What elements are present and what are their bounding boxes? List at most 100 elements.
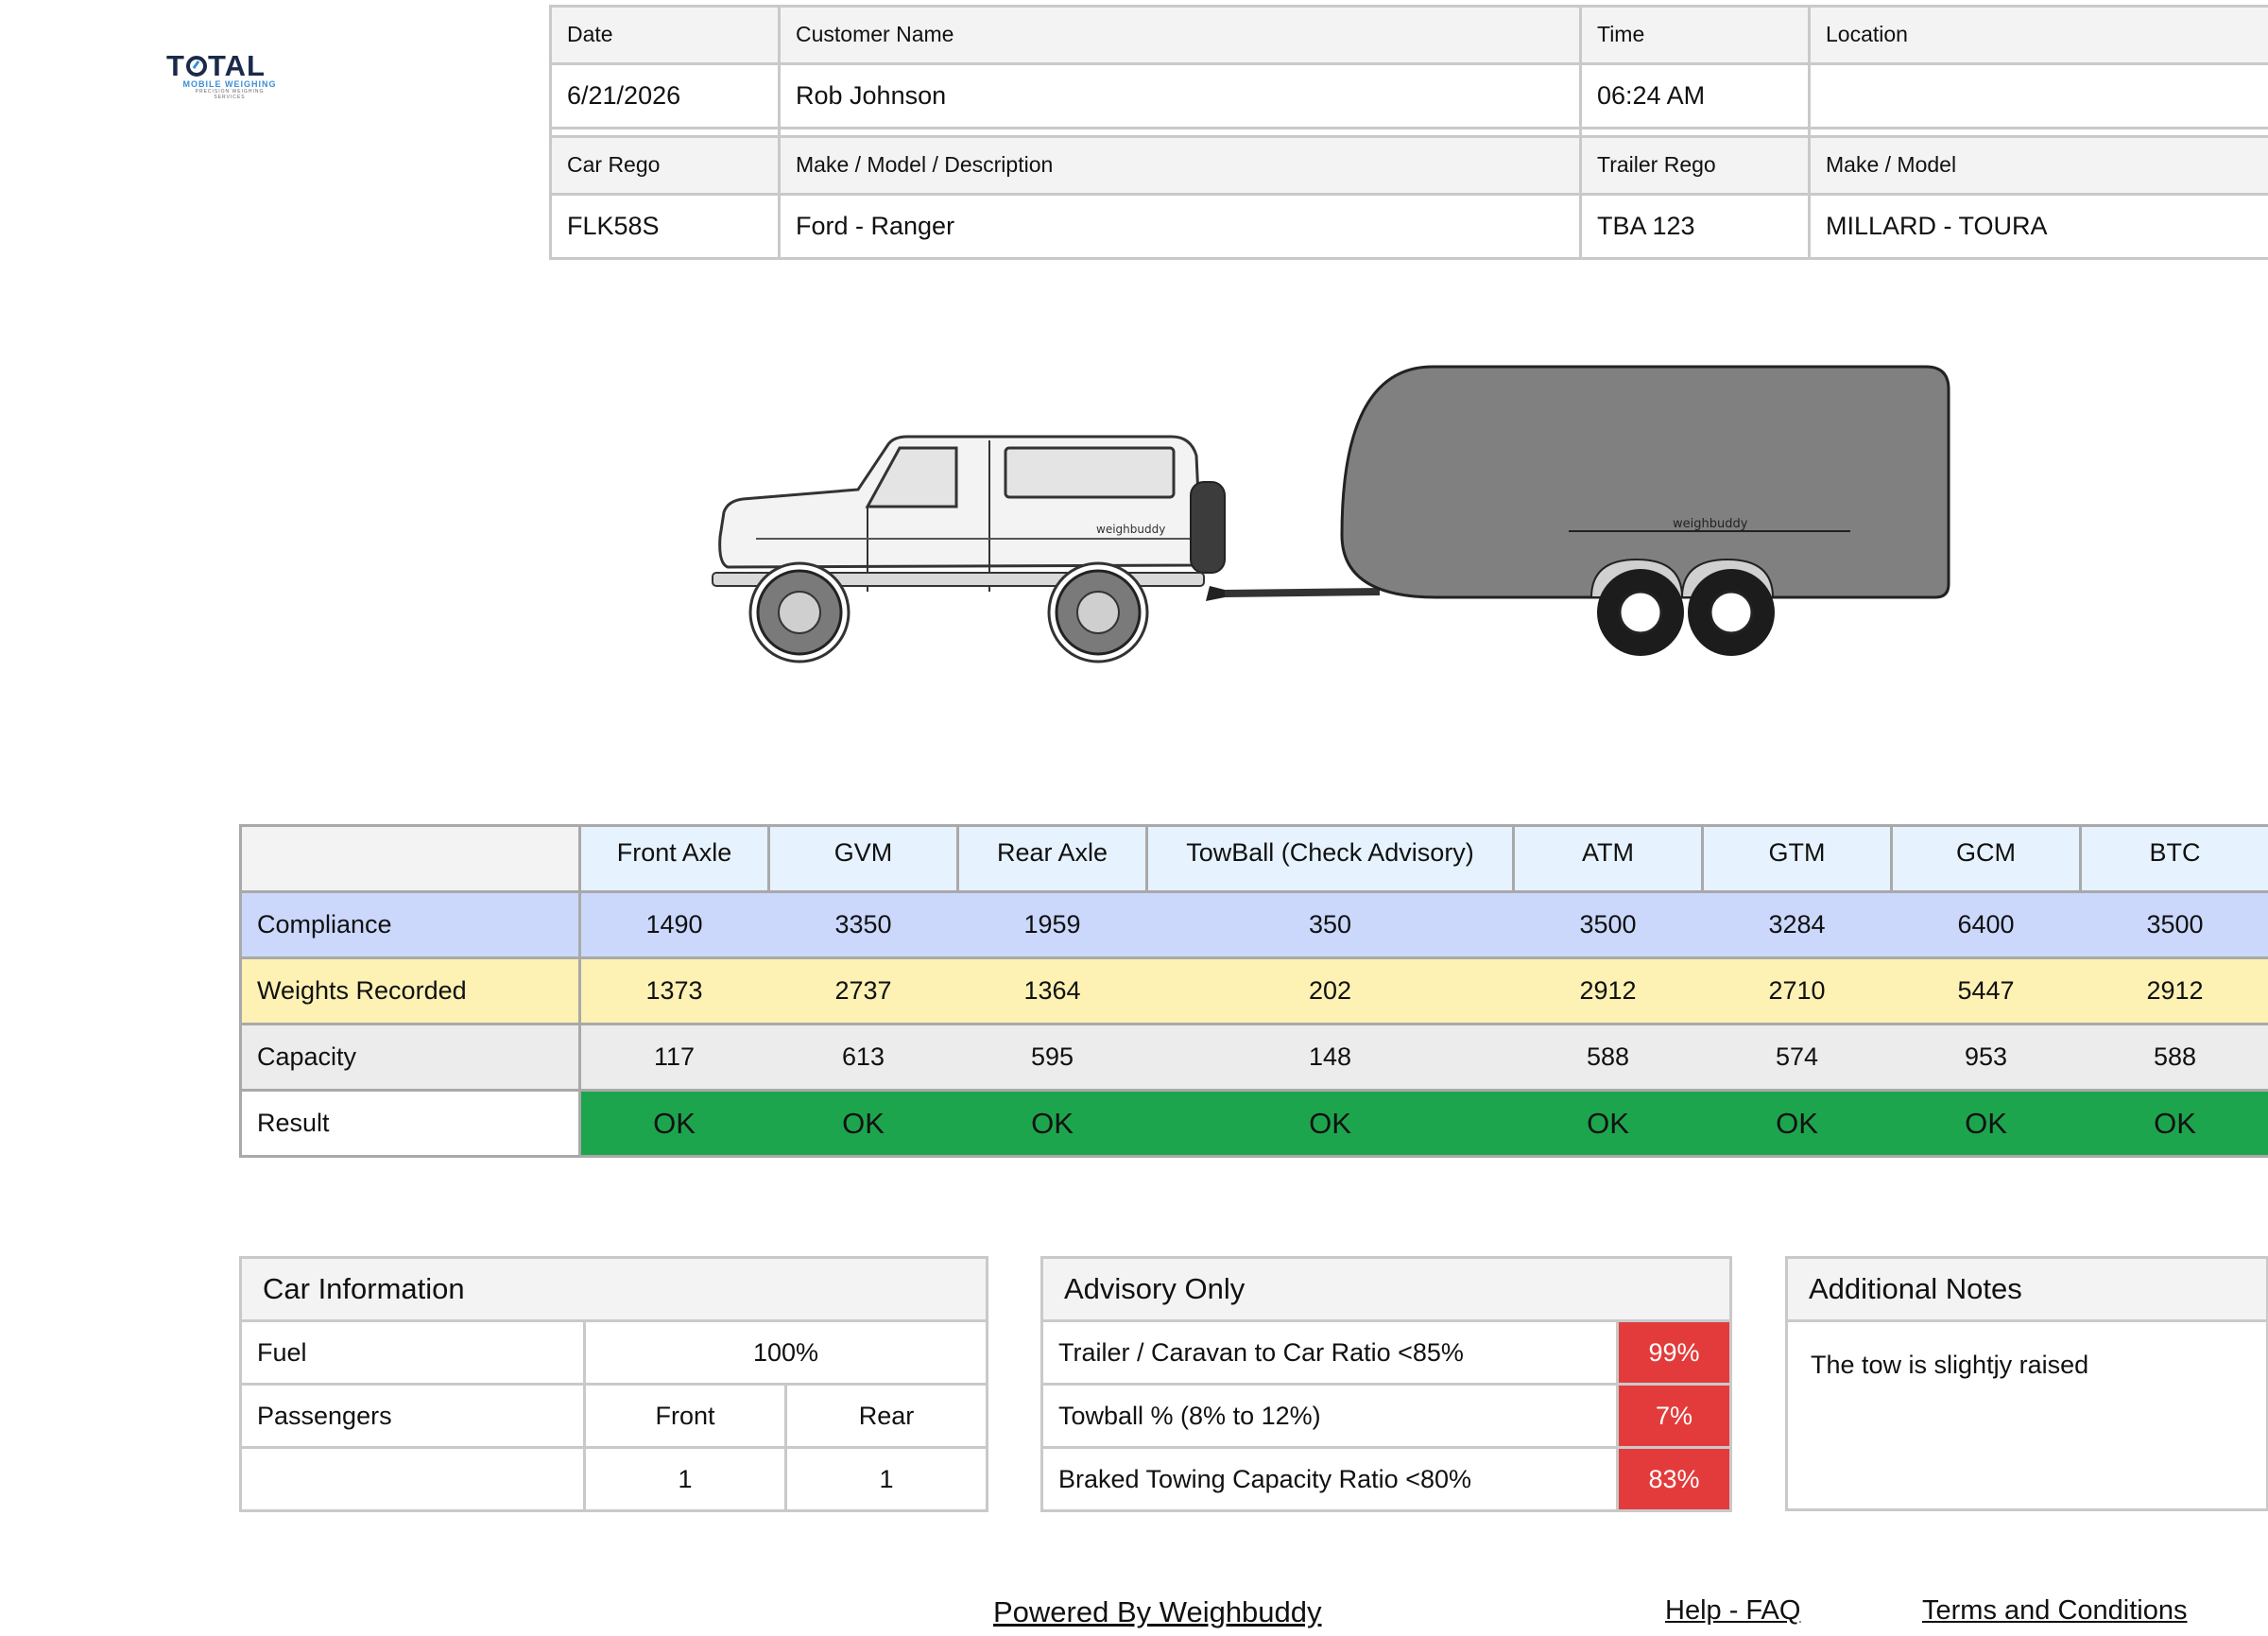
car-rego-label: Car Rego	[549, 135, 781, 196]
vehicle-info-table: Date Customer Name Time Location 6/21/20…	[549, 5, 2268, 260]
car-brand-label: weighbuddy	[1096, 523, 1165, 536]
trailer-make-model-label: Make / Model	[1808, 135, 2268, 196]
car-information-panel: Car Information Fuel 100% Passengers Fro…	[238, 1256, 989, 1512]
advisory-alert-badge: 99%	[1615, 1319, 1733, 1386]
logo-letters: TAL	[207, 49, 266, 82]
table-cell: 350	[1146, 890, 1514, 959]
logo-letter: T	[166, 49, 185, 82]
table-cell: 1364	[957, 956, 1147, 1025]
col-gcm: GCM	[1890, 824, 2082, 893]
table-cell: 3500	[2080, 890, 2268, 959]
gauge-icon	[185, 56, 207, 77]
header-corner	[239, 824, 581, 893]
trailer-make-model-value: MILLARD - TOURA	[1808, 193, 2268, 260]
row-label: Weights Recorded	[239, 956, 581, 1025]
fuel-label: Fuel	[239, 1319, 586, 1386]
car-rego-value: FLK58S	[549, 193, 781, 260]
table-cell: 588	[2080, 1023, 2268, 1092]
col-towball: TowBall (Check Advisory)	[1145, 824, 1515, 893]
car-information-title: Car Information	[238, 1256, 989, 1322]
result-badge: OK	[1891, 1089, 2081, 1158]
result-badge: OK	[1513, 1089, 1703, 1158]
table-cell: 2912	[1513, 956, 1703, 1025]
passengers-label: Passengers	[239, 1383, 586, 1449]
table-cell: 148	[1146, 1023, 1514, 1092]
car-trailer-illustration: weighbuddy weighbuddy	[712, 365, 1950, 663]
advisory-alert-badge: 83%	[1615, 1446, 1733, 1512]
trailer-icon: weighbuddy	[1340, 365, 1950, 656]
table-cell: 1373	[579, 956, 769, 1025]
col-gvm: GVM	[767, 824, 959, 893]
make-model-description-label: Make / Model / Description	[778, 135, 1582, 196]
table-cell: 3500	[1513, 890, 1703, 959]
result-badge: OK	[1146, 1089, 1514, 1158]
logo-tagline: MOBILE WEIGHING	[182, 79, 277, 89]
advisory-item-label: Trailer / Caravan to Car Ratio <85%	[1040, 1319, 1619, 1386]
table-cell: 953	[1891, 1023, 2081, 1092]
col-front-axle: Front Axle	[578, 824, 770, 893]
date-value: 6/21/2026	[549, 62, 781, 129]
location-label: Location	[1808, 5, 2268, 65]
table-cell: 2912	[2080, 956, 2268, 1025]
table-cell: 613	[768, 1023, 958, 1092]
col-rear-axle: Rear Axle	[956, 824, 1148, 893]
table-cell: 2710	[1702, 956, 1892, 1025]
table-cell: 117	[579, 1023, 769, 1092]
table-cell: 2737	[768, 956, 958, 1025]
fuel-value: 100%	[582, 1319, 989, 1386]
advisory-panel: Advisory Only Trailer / Caravan to Car R…	[1040, 1256, 1733, 1512]
weights-recorded-row: Weights Recorded 1373 2737 1364 202 2912…	[239, 956, 2268, 1025]
table-cell: 1959	[957, 890, 1147, 959]
row-label: Compliance	[239, 890, 581, 959]
compliance-row: Compliance 1490 3350 1959 350 3500 3284 …	[239, 890, 2268, 959]
capacity-row: Capacity 117 613 595 148 588 574 953 588	[239, 1023, 2268, 1092]
time-label: Time	[1579, 5, 1811, 65]
advisory-title: Advisory Only	[1040, 1256, 1733, 1322]
row-label: Result	[239, 1089, 581, 1158]
compliance-table: Front Axle GVM Rear Axle TowBall (Check …	[239, 824, 2268, 1158]
rear-passengers-value: 1	[783, 1446, 989, 1512]
notes-title: Additional Notes	[1785, 1256, 2268, 1322]
col-atm: ATM	[1512, 824, 1704, 893]
result-badge: OK	[579, 1089, 769, 1158]
table-cell: 3284	[1702, 890, 1892, 959]
powered-by-link[interactable]: Powered By Weighbuddy	[993, 1595, 1322, 1629]
front-passengers-label: Front	[583, 1383, 787, 1449]
trailer-rego-value: TBA 123	[1579, 193, 1811, 260]
table-cell: 3350	[768, 890, 958, 959]
additional-notes-panel: Additional Notes The tow is slightjy rai…	[1785, 1256, 2268, 1511]
notes-text: The tow is slightjy raised	[1785, 1319, 2268, 1511]
result-row: Result OK OK OK OK OK OK OK OK	[239, 1089, 2268, 1158]
trailer-rego-label: Trailer Rego	[1579, 135, 1811, 196]
table-cell: 1490	[579, 890, 769, 959]
result-badge: OK	[2080, 1089, 2268, 1158]
rear-passengers-label: Rear	[783, 1383, 989, 1449]
empty-cell	[239, 1446, 586, 1512]
front-passengers-value: 1	[583, 1446, 787, 1512]
table-cell: 588	[1513, 1023, 1703, 1092]
col-gtm: GTM	[1701, 824, 1893, 893]
table-cell: 574	[1702, 1023, 1892, 1092]
trailer-brand-label: weighbuddy	[1673, 517, 1748, 531]
drawbar-icon	[1206, 586, 1380, 601]
help-faq-link[interactable]: Help - FAQ	[1665, 1595, 1800, 1627]
table-cell: 6400	[1891, 890, 2081, 959]
date-label: Date	[549, 5, 781, 65]
result-badge: OK	[768, 1089, 958, 1158]
advisory-item-label: Towball % (8% to 12%)	[1040, 1383, 1619, 1449]
time-value: 06:24 AM	[1579, 62, 1811, 129]
row-label: Capacity	[239, 1023, 581, 1092]
table-cell: 5447	[1891, 956, 2081, 1025]
customer-name-value: Rob Johnson	[778, 62, 1582, 129]
compliance-header-row: Front Axle GVM Rear Axle TowBall (Check …	[239, 824, 2268, 893]
advisory-alert-badge: 7%	[1615, 1383, 1733, 1449]
result-badge: OK	[1702, 1089, 1892, 1158]
logo-wordmark: T TAL	[166, 49, 280, 82]
terms-conditions-link[interactable]: Terms and Conditions	[1922, 1595, 2187, 1627]
company-logo: T TAL MOBILE WEIGHING PRECISION WEIGHING …	[166, 49, 280, 100]
make-model-description-value: Ford - Ranger	[778, 193, 1582, 260]
advisory-item-label: Braked Towing Capacity Ratio <80%	[1040, 1446, 1619, 1512]
table-cell: 202	[1146, 956, 1514, 1025]
col-btc: BTC	[2079, 824, 2268, 893]
customer-name-label: Customer Name	[778, 5, 1582, 65]
